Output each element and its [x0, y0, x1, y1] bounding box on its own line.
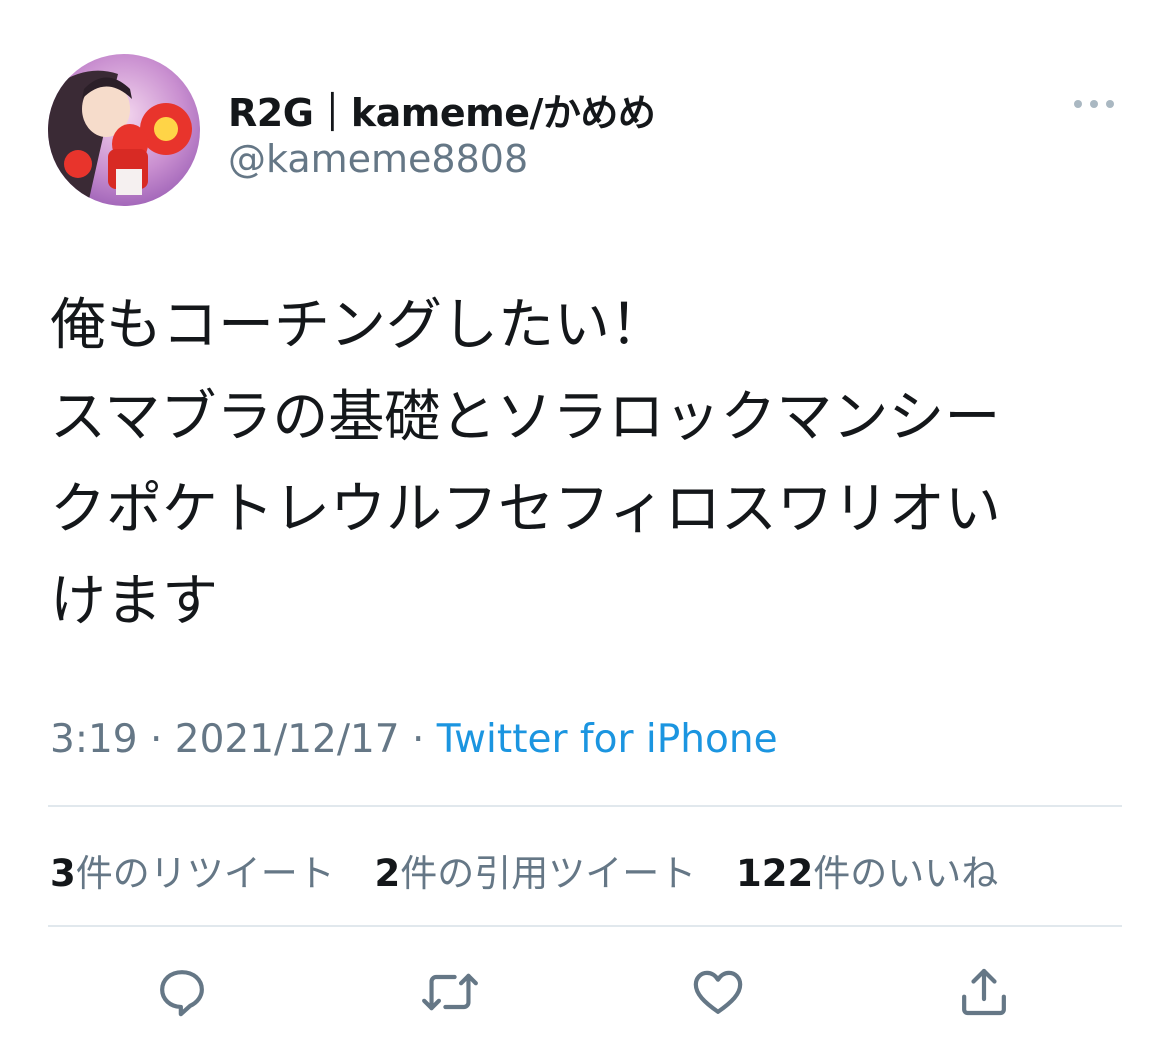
tweet-source-link[interactable]: Twitter for iPhone: [437, 717, 778, 762]
more-options-button[interactable]: [1070, 92, 1118, 116]
tweet-text-line: けます: [50, 569, 218, 634]
divider: [48, 925, 1122, 927]
heart-icon: [693, 970, 743, 1014]
tweet-text-line: クポケトレウルフセフィロスワリオい: [50, 477, 1001, 542]
retweets-stat[interactable]: 3件のリツイート: [50, 852, 335, 895]
tweet-date[interactable]: 2021/12/17: [175, 717, 400, 762]
tweet-text-line: 俺もコーチングしたい！: [50, 293, 666, 358]
meta-separator: ·: [137, 717, 175, 762]
tweet-text-line: スマブラの基礎とソラロックマンシー: [50, 385, 1001, 450]
reply-button[interactable]: [152, 962, 212, 1022]
quotes-stat[interactable]: 2件の引用ツイート: [375, 852, 697, 895]
retweet-button[interactable]: [420, 962, 480, 1022]
reply-icon: [160, 970, 204, 1017]
meta-separator: ·: [399, 717, 437, 762]
like-button[interactable]: [688, 962, 748, 1022]
likes-count: 122: [736, 852, 814, 895]
likes-label: 件のいいね: [813, 852, 999, 895]
quotes-label: 件の引用ツイート: [400, 852, 697, 895]
tweet-meta: 3:19 · 2021/12/17 · Twitter for iPhone: [50, 717, 778, 762]
retweets-count: 3: [50, 852, 76, 895]
avatar[interactable]: [48, 54, 200, 206]
display-name[interactable]: R2G｜kameme/かめめ: [228, 82, 656, 137]
tweet-time[interactable]: 3:19: [50, 717, 138, 762]
share-button[interactable]: [954, 962, 1014, 1022]
likes-stat[interactable]: 122件のいいね: [736, 852, 998, 895]
tweet-stats: 3件のリツイート 2件の引用ツイート 122件のいいね: [50, 843, 1026, 897]
share-icon: [962, 968, 1006, 1016]
divider: [48, 805, 1122, 807]
more-horizontal-icon: [1074, 100, 1114, 108]
quotes-count: 2: [374, 852, 401, 895]
tweet-text: 俺もコーチングしたい！ スマブラの基礎とソラロックマンシー クポケトレウルフセフ…: [50, 280, 1130, 648]
retweets-label: 件のリツイート: [75, 852, 335, 895]
retweet-icon: [422, 973, 478, 1011]
user-handle[interactable]: @kameme8808: [228, 137, 528, 181]
